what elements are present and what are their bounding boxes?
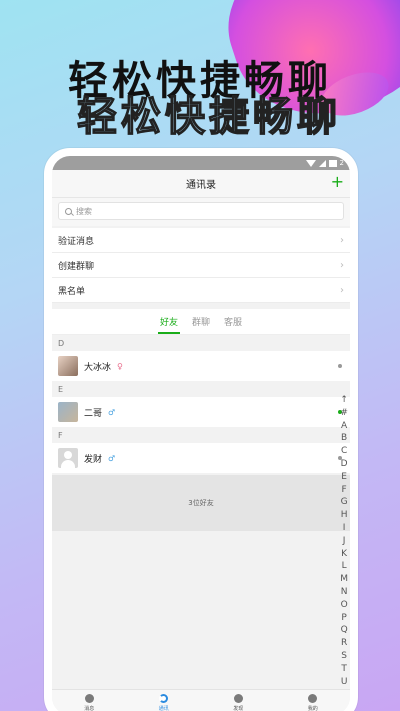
alphabet-index-bar[interactable]: ↑ # A B C D E F G H I J K L M N O P Q R S T U [340,394,348,688]
default-avatar-icon [58,448,78,468]
friend-count: 3位好友 [52,475,350,531]
section-header-d: D [52,335,350,351]
promo-headline-outline: 轻松快捷畅聊 [76,93,341,140]
index-letter[interactable]: ↑ [340,394,348,407]
index-letter[interactable]: A [341,420,347,433]
menu-item-label: 创建群聊 [58,261,95,272]
page-title: 通讯录 [186,180,216,191]
avatar [58,356,78,376]
contact-name: 大冰冰 [84,362,112,373]
index-letter[interactable]: I [343,522,346,535]
offline-status-dot [338,364,342,368]
index-letter[interactable]: C [341,445,347,458]
menu-item-label: 黑名单 [58,286,86,297]
nav-discover[interactable]: 发现 [233,693,244,711]
signal-icon [318,159,326,167]
nav-label: 通讯 [158,705,169,711]
contact-tabs: 好友 群聊 客服 [52,309,350,335]
avatar [58,402,78,422]
index-letter[interactable]: E [341,471,347,484]
nav-label: 我的 [307,705,318,711]
bottom-nav: 消息 通讯 发现 我的 [52,689,350,711]
index-letter[interactable]: Q [341,624,348,637]
contact-row[interactable]: 大冰冰 ♀ [52,351,350,381]
male-icon: ♂ [108,408,116,417]
search-icon [65,207,72,215]
section-header-e: E [52,381,350,397]
menu-item-blacklist[interactable]: 黑名单 › [52,278,350,303]
index-letter[interactable]: L [342,560,347,573]
section-header-f: F [52,427,350,443]
phone-frame: 2 通讯录 + 搜索 验证消息 › 创建群聊 › 黑名单 › 好友 群聊 客服 … [44,148,358,711]
status-time: 2 [339,159,344,167]
index-letter[interactable]: T [341,663,347,676]
contacts-icon [159,693,169,703]
search-container: 搜索 [52,198,350,226]
tab-groups[interactable]: 群聊 [190,309,212,334]
contact-name: 二哥 [84,408,103,419]
index-letter[interactable]: F [342,484,347,497]
menu-item-verify[interactable]: 验证消息 › [52,228,350,253]
contact-row[interactable]: 二哥 ♂ [52,397,350,427]
index-letter[interactable]: P [341,612,346,625]
tab-service[interactable]: 客服 [222,309,244,334]
nav-label: 消息 [84,705,95,711]
nav-label: 发现 [233,705,244,711]
chevron-right-icon: › [340,284,344,296]
status-bar: 2 [52,156,350,170]
contacts-menu: 验证消息 › 创建群聊 › 黑名单 › [52,228,350,303]
index-letter[interactable]: K [341,548,347,561]
index-letter[interactable]: D [341,458,348,471]
index-letter[interactable]: H [341,509,348,522]
search-placeholder: 搜索 [76,206,92,216]
menu-item-create-group[interactable]: 创建群聊 › [52,253,350,278]
nav-messages[interactable]: 消息 [84,693,95,711]
index-letter[interactable]: G [341,496,348,509]
battery-icon [328,159,337,167]
wifi-icon [305,159,316,167]
nav-contacts[interactable]: 通讯 [158,693,169,711]
male-icon: ♂ [108,454,116,463]
contact-row[interactable]: 发财 ♂ [52,443,350,473]
nav-bar: 通讯录 + [52,170,350,198]
discover-icon [233,693,243,703]
chevron-right-icon: › [340,234,344,246]
chevron-right-icon: › [340,259,344,271]
index-letter[interactable]: O [341,599,348,612]
search-input[interactable]: 搜索 [58,202,344,220]
message-icon [84,693,94,703]
menu-item-label: 验证消息 [58,236,95,247]
profile-icon [308,693,318,703]
index-letter[interactable]: J [343,535,346,548]
index-letter[interactable]: # [340,407,348,420]
plus-icon[interactable]: + [331,172,344,191]
tab-friends[interactable]: 好友 [157,309,180,334]
nav-profile[interactable]: 我的 [307,693,318,711]
index-letter[interactable]: N [341,586,348,599]
index-letter[interactable]: S [341,650,347,663]
contact-name: 发财 [84,454,103,465]
index-letter[interactable]: M [340,573,348,586]
index-letter[interactable]: B [341,432,347,445]
index-letter[interactable]: R [341,637,347,650]
index-letter[interactable]: U [341,676,348,689]
female-icon: ♀ [117,362,123,371]
